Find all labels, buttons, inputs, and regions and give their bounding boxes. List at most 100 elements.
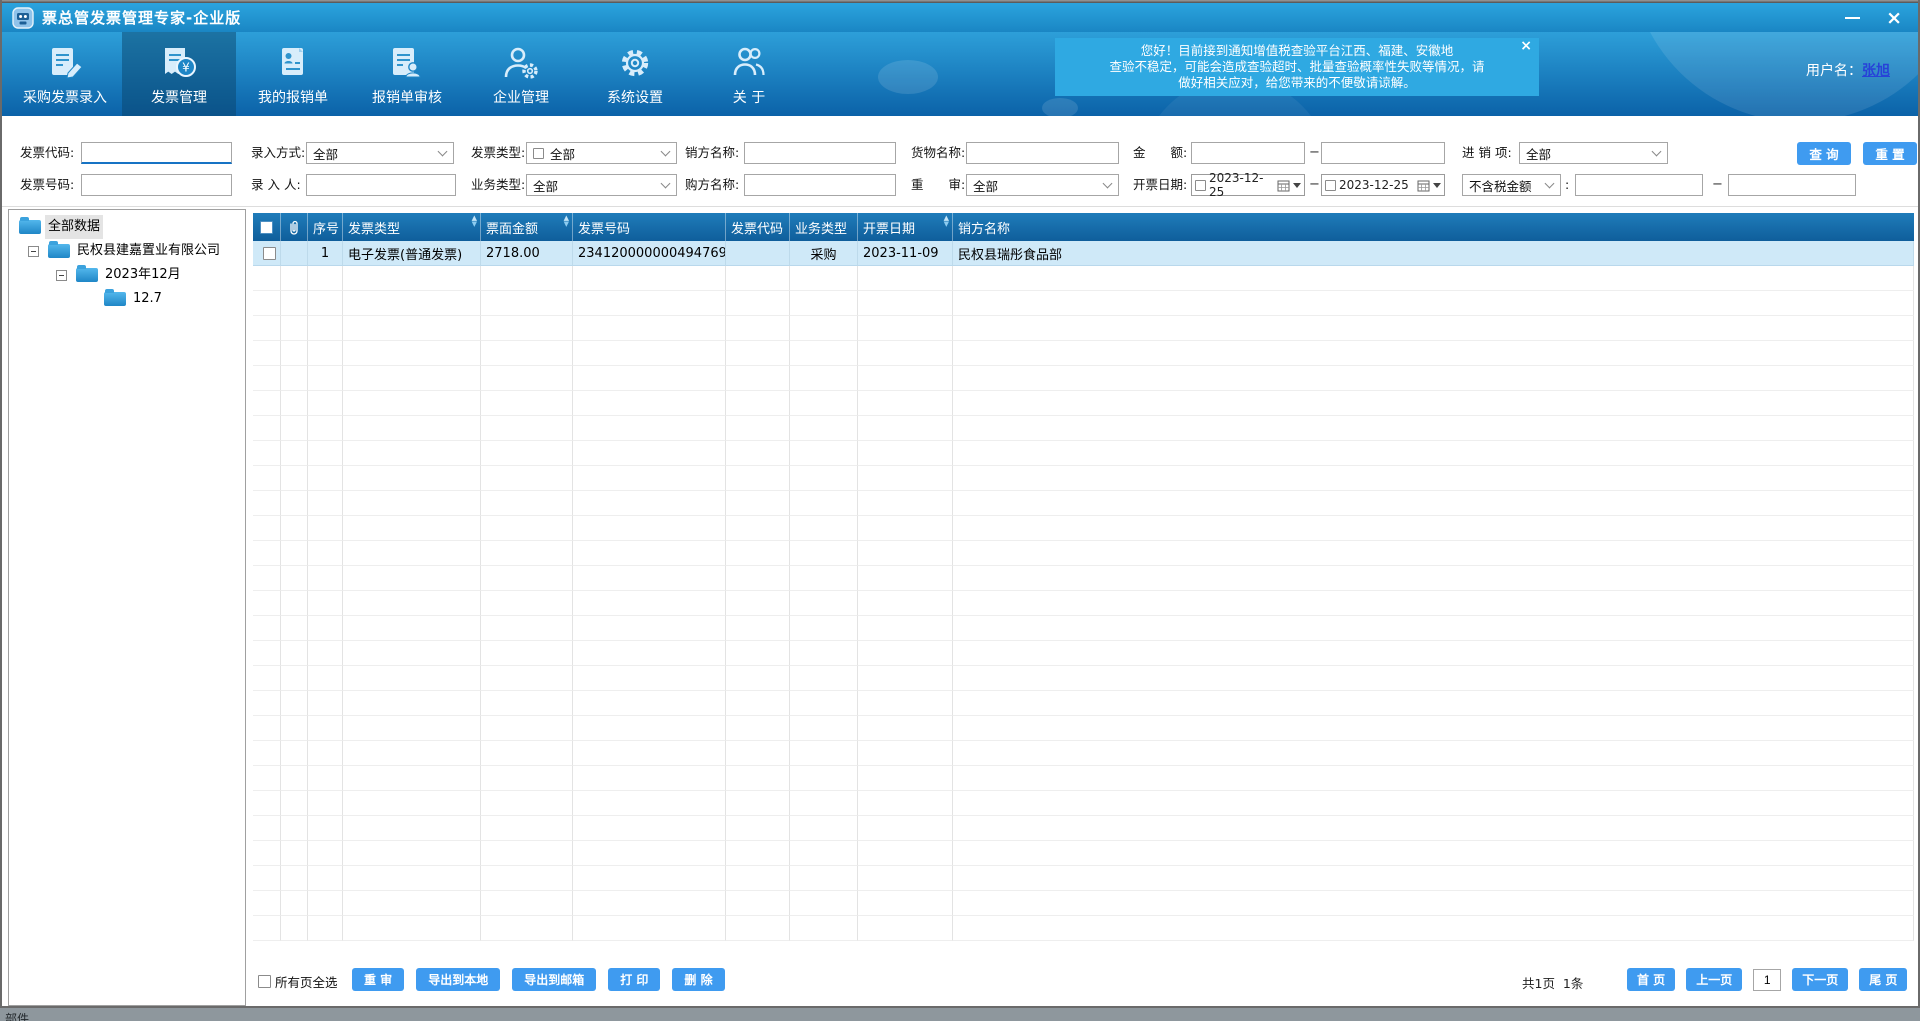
toolbar-item-invoice-manage[interactable]: ¥发票管理 (122, 32, 236, 116)
empty-cell (308, 391, 343, 416)
column-header-invoice-date[interactable]: 开票日期▲▼ (858, 213, 953, 241)
invoice-type-checkbox[interactable] (533, 148, 544, 159)
minimize-button-icon[interactable] (1845, 17, 1860, 19)
empty-cell (308, 841, 343, 866)
empty-cell (481, 916, 573, 941)
amount-from-input[interactable] (1191, 142, 1305, 164)
invoice-code-input[interactable] (81, 142, 232, 164)
empty-cell (858, 416, 953, 441)
entry-person-input[interactable] (306, 174, 456, 196)
sort-icon[interactable]: ▲▼ (944, 216, 949, 227)
column-header-invoice-type[interactable]: 发票类型▲▼ (343, 213, 481, 241)
row-checkbox-cell[interactable] (253, 241, 281, 266)
empty-cell (726, 566, 790, 591)
recheck-select[interactable]: 全部 (966, 174, 1119, 196)
entry-method-select[interactable]: 全部 (306, 142, 454, 164)
first-page-button[interactable]: 首 页 (1627, 968, 1675, 991)
last-page-button[interactable]: 尾 页 (1859, 968, 1907, 991)
sort-icon[interactable]: ▲▼ (564, 216, 569, 227)
empty-cell (281, 641, 308, 666)
notice-close-icon[interactable]: × (1520, 39, 1532, 53)
goods-name-input[interactable] (966, 142, 1119, 164)
next-page-button[interactable]: 下一页 (1792, 968, 1848, 991)
print-button[interactable]: 打 印 (608, 968, 660, 991)
tax-free-from-input[interactable] (1575, 174, 1703, 196)
page-number-input[interactable] (1753, 969, 1781, 991)
select-all-checkbox[interactable] (258, 975, 271, 988)
invoice-number-input[interactable] (81, 174, 232, 196)
sort-icon[interactable]: ▲▼ (472, 216, 477, 227)
export-email-button[interactable]: 导出到邮箱 (512, 968, 596, 991)
empty-cell (343, 291, 481, 316)
folder-icon (48, 244, 70, 258)
column-header-business-type[interactable]: 业务类型 (790, 213, 858, 241)
toolbar-item-expense-audit[interactable]: 报销单审核 (350, 32, 464, 116)
invoice-code-label: 发票代码: (20, 142, 74, 164)
date-enable-checkbox[interactable] (1325, 180, 1336, 191)
column-header-face-amount[interactable]: 票面金额▲▼ (481, 213, 573, 241)
chevron-down-icon (1652, 146, 1662, 156)
empty-cell (858, 341, 953, 366)
export-local-button[interactable]: 导出到本地 (416, 968, 500, 991)
tree-expand-icon[interactable] (28, 246, 39, 257)
empty-cell (953, 391, 1914, 416)
business-type-label: 业务类型: (471, 174, 525, 196)
toolbar-item-enterprise[interactable]: 企业管理 (464, 32, 578, 116)
amount-mode-select[interactable]: 不含税金额 (1462, 174, 1561, 196)
column-header-rownum[interactable]: 序号 (308, 213, 343, 241)
search-button[interactable]: 查 询 (1797, 142, 1851, 165)
empty-cell (281, 666, 308, 691)
tree-node-all-data[interactable]: 全部数据 (9, 215, 245, 239)
empty-cell (953, 616, 1914, 641)
invoice-date-to-picker[interactable]: 2023-12-25 (1321, 174, 1445, 196)
date-enable-checkbox[interactable] (1195, 180, 1206, 191)
tree-node-month[interactable]: 2023年12月 (9, 263, 245, 287)
recheck-button[interactable]: 重 审 (352, 968, 404, 991)
tree-node-day[interactable]: 12.7 (9, 287, 245, 311)
delete-button[interactable]: 删 除 (672, 968, 724, 991)
column-header-invoice-code[interactable]: 发票代码 (726, 213, 790, 241)
empty-cell (573, 741, 726, 766)
select-all-column[interactable] (253, 213, 281, 241)
empty-cell (573, 641, 726, 666)
column-header-seller-name[interactable]: 销方名称 (953, 213, 1914, 241)
tax-free-to-input[interactable] (1728, 174, 1856, 196)
reset-button[interactable]: 重 置 (1863, 142, 1917, 165)
toolbar-item-about[interactable]: 关 于 (692, 32, 806, 116)
cell-invoice-date: 2023-11-09 (858, 241, 953, 266)
toolbar-item-purchase-entry[interactable]: 采购发票录入 (8, 32, 122, 116)
prev-page-button[interactable]: 上一页 (1686, 968, 1742, 991)
toolbar-item-my-expense[interactable]: 我的报销单 (236, 32, 350, 116)
in-out-item-select[interactable]: 全部 (1519, 142, 1668, 164)
empty-cell (573, 391, 726, 416)
cell-business-type: 采购 (790, 241, 858, 266)
empty-cell (858, 566, 953, 591)
header-checkbox[interactable] (260, 221, 273, 234)
empty-cell (308, 341, 343, 366)
close-button-icon[interactable]: × (1886, 10, 1902, 26)
toolbar: 采购发票录入¥发票管理我的报销单报销单审核企业管理系统设置关 于 × 您好！目前… (0, 32, 1920, 116)
business-type-select[interactable]: 全部 (526, 174, 677, 196)
table-empty-row (253, 666, 1914, 691)
empty-cell (790, 741, 858, 766)
buyer-name-input[interactable] (744, 174, 896, 196)
table-row[interactable]: 1电子发票(普通发票)2718.0023412000000049476932采购… (253, 241, 1914, 266)
seller-name-input[interactable] (744, 142, 896, 164)
tree-node-company[interactable]: 民权县建嘉置业有限公司 (9, 239, 245, 263)
empty-cell (481, 316, 573, 341)
invoice-date-from-picker[interactable]: 2023-12-25 (1191, 174, 1305, 196)
amount-to-input[interactable] (1321, 142, 1445, 164)
select-all-pages[interactable]: 所有页全选 (258, 972, 338, 991)
column-header-invoice-number[interactable]: 发票号码 (573, 213, 726, 241)
tree-expand-icon[interactable] (56, 270, 67, 281)
empty-cell (343, 866, 481, 891)
empty-cell (858, 841, 953, 866)
toolbar-item-settings[interactable]: 系统设置 (578, 32, 692, 116)
row-checkbox[interactable] (263, 247, 276, 260)
notice-banner: × 您好！目前接到通知增值税查验平台江西、福建、安徽地查验不稳定，可能会造成查验… (1055, 38, 1539, 96)
empty-cell (481, 866, 573, 891)
table-empty-row (253, 541, 1914, 566)
user-name-link[interactable]: 张旭 (1862, 63, 1890, 79)
invoice-type-select[interactable]: 全部 (526, 142, 677, 164)
chevron-down-icon (661, 146, 671, 156)
